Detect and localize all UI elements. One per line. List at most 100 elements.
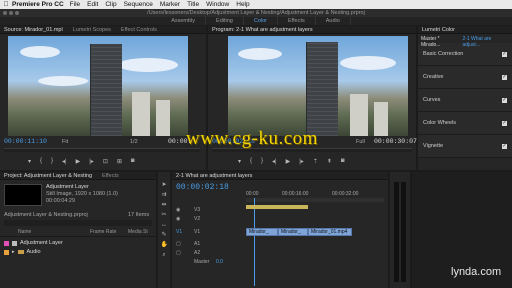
column-media-start[interactable]: Media St [128, 229, 148, 236]
close-window-button[interactable] [3, 11, 7, 15]
source-fit-dropdown[interactable]: Fit [62, 139, 68, 145]
lumetri-section-color-wheels[interactable]: Color Wheels ✓ [418, 112, 512, 135]
playhead[interactable] [254, 198, 255, 286]
tab-project[interactable]: Project: Adjustment Layer & Nesting [4, 173, 92, 179]
column-name[interactable]: Name [0, 229, 90, 236]
app-menu[interactable]: Premiere Pro CC [12, 1, 64, 8]
lumetri-master-tab[interactable]: Master * Mirado... [421, 36, 459, 48]
zoom-tool-icon[interactable]: ⌕ [161, 252, 168, 259]
still-image-icon [12, 240, 17, 246]
menu-title[interactable]: Title [187, 1, 199, 8]
video-clip[interactable]: Mirador_ [278, 228, 308, 236]
lock-icon[interactable]: ▢ [176, 241, 194, 247]
disclosure-triangle-icon[interactable]: ▸ [12, 249, 15, 255]
tab-sequence[interactable]: 2-1 What are adjustment layers [176, 173, 252, 179]
item-thumbnail[interactable] [4, 184, 42, 206]
menu-clip[interactable]: Clip [105, 1, 116, 8]
work-area-bar[interactable] [246, 205, 308, 209]
hand-tool-icon[interactable]: ✋ [161, 242, 168, 249]
zoom-window-button[interactable] [15, 11, 19, 15]
extract-icon[interactable]: ⇞ [327, 158, 332, 165]
column-frame-rate[interactable]: Frame Rate [90, 229, 128, 236]
mark-in-icon[interactable]: { [250, 158, 252, 165]
bin-folder-icon [17, 250, 24, 254]
lumetri-section-vignette[interactable]: Vignette ✓ [418, 135, 512, 158]
program-fit-dropdown[interactable]: Full [356, 139, 365, 145]
marker-icon[interactable]: ▾ [28, 158, 31, 165]
project-row[interactable]: ▸ Audio [4, 248, 41, 256]
step-forward-icon[interactable]: |▸ [299, 158, 304, 165]
section-enable-checkbox[interactable]: ✓ [502, 143, 507, 149]
master-volume[interactable]: 0.0 [216, 259, 223, 265]
overwrite-icon[interactable]: ⊞ [117, 158, 122, 165]
track-select-tool-icon[interactable]: ⇉ [161, 192, 168, 199]
program-monitor-title[interactable]: Program: 2-1 What are adjustment layers [212, 27, 313, 33]
mark-in-icon[interactable]: { [40, 158, 42, 165]
track-a1[interactable]: ▢ A1 [176, 240, 200, 247]
source-patch-v1[interactable]: V1 [176, 229, 194, 235]
building [132, 92, 150, 136]
selection-tool-icon[interactable]: ➤ [161, 182, 168, 189]
workspace-assembly[interactable]: Assembly [161, 17, 207, 25]
mark-out-icon[interactable]: } [261, 158, 263, 165]
menu-sequence[interactable]: Sequence [124, 1, 153, 8]
export-frame-icon[interactable]: ◙ [131, 158, 135, 165]
minimize-window-button[interactable] [9, 11, 13, 15]
track-a2[interactable]: ▢ A2 [176, 249, 200, 256]
apple-icon[interactable]:  [0, 1, 12, 8]
step-back-icon[interactable]: ◂| [62, 158, 67, 165]
track-v2[interactable]: ◉ V2 [176, 215, 200, 222]
slip-tool-icon[interactable]: ↔ [161, 222, 168, 229]
workspace-color[interactable]: Color [244, 17, 279, 25]
source-time-ruler[interactable] [4, 148, 200, 152]
track-v3[interactable]: ◉ V3 [176, 206, 200, 213]
mark-out-icon[interactable]: } [51, 158, 53, 165]
razor-tool-icon[interactable]: ✂ [161, 212, 168, 219]
tab-effect-controls[interactable]: Effect Controls [121, 27, 157, 33]
workspace-audio[interactable]: Audio [316, 17, 351, 25]
step-forward-icon[interactable]: |▸ [89, 158, 94, 165]
tab-source[interactable]: Source: Mirador_01.mpl [4, 27, 63, 33]
source-resolution-dropdown[interactable]: 1/2 [130, 139, 138, 145]
lumetri-title[interactable]: Lumetri Color [422, 27, 455, 33]
pen-tool-icon[interactable]: ✎ [161, 232, 168, 239]
lock-icon[interactable]: ▢ [176, 250, 194, 256]
workspace-editing[interactable]: Editing [206, 17, 244, 25]
search-input[interactable] [4, 220, 152, 226]
eye-icon[interactable]: ◉ [176, 216, 194, 222]
step-back-icon[interactable]: ◂| [272, 158, 277, 165]
export-frame-icon[interactable]: ◙ [341, 158, 345, 165]
section-enable-checkbox[interactable]: ✓ [502, 97, 507, 103]
lift-icon[interactable]: ⇡ [313, 158, 318, 165]
menu-window[interactable]: Window [206, 1, 229, 8]
eye-icon[interactable]: ◉ [176, 207, 194, 213]
ripple-edit-tool-icon[interactable]: ⇹ [161, 202, 168, 209]
lumetri-section-curves[interactable]: Curves ✓ [418, 89, 512, 112]
program-video-frame[interactable] [228, 36, 408, 136]
video-clip[interactable]: Mirador_01.mp4 [308, 228, 352, 236]
source-video-frame[interactable] [8, 36, 188, 136]
timeline-timecode[interactable]: 00:00:02:18 [176, 183, 229, 192]
lumetri-section-creative[interactable]: Creative ✓ [418, 66, 512, 89]
play-icon[interactable]: ▶ [76, 158, 81, 165]
menu-marker[interactable]: Marker [160, 1, 180, 8]
source-timecode[interactable]: 00:00:11:10 [4, 138, 47, 145]
track-v1[interactable]: V1 V1 [176, 228, 200, 235]
video-clip[interactable]: Mirador_ [246, 228, 278, 236]
tab-lumetri-scopes[interactable]: Lumetri Scopes [73, 27, 111, 33]
track-master[interactable]: Master 0.0 [194, 258, 223, 265]
workspace-effects[interactable]: Effects [278, 17, 316, 25]
insert-icon[interactable]: ⊡ [103, 158, 108, 165]
menu-edit[interactable]: Edit [87, 1, 98, 8]
lumetri-sequence-tab[interactable]: 2-1 What are adjust... [462, 36, 509, 48]
project-row[interactable]: Adjustment Layer [4, 239, 63, 247]
play-icon[interactable]: ▶ [286, 158, 291, 165]
menu-help[interactable]: Help [236, 1, 249, 8]
section-enable-checkbox[interactable]: ✓ [502, 51, 507, 57]
section-enable-checkbox[interactable]: ✓ [502, 74, 507, 80]
section-enable-checkbox[interactable]: ✓ [502, 120, 507, 126]
marker-icon[interactable]: ▾ [238, 158, 241, 165]
menu-file[interactable]: File [70, 1, 80, 8]
timeline-ruler[interactable] [246, 198, 384, 202]
tab-effects[interactable]: Effects [102, 173, 119, 179]
